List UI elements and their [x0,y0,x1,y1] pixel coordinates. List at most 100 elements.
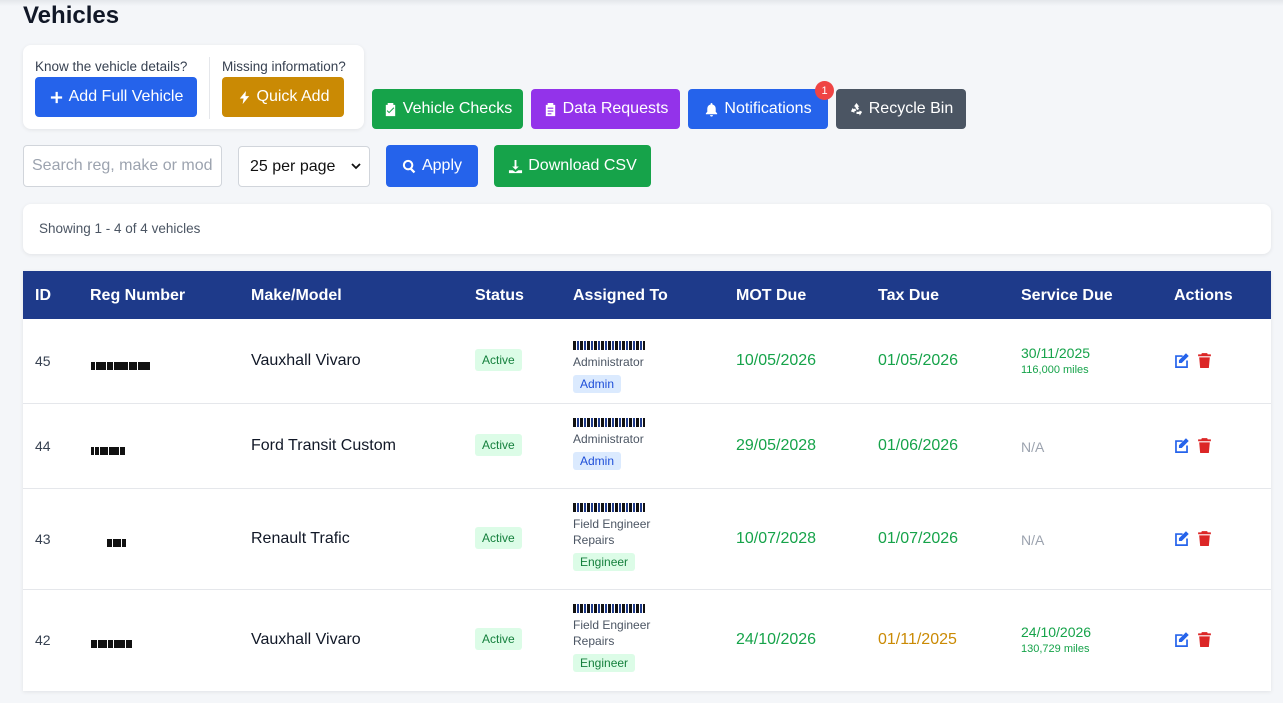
service-due-miles: 130,729 miles [1021,643,1090,655]
mot-due: 29/05/2028 [736,437,817,454]
tax-due: 01/05/2026 [878,352,959,369]
assignee-role: Field Engineer [573,618,651,632]
service-due-na: N/A [1021,439,1045,455]
status-badge: Active [475,628,522,650]
table-row: 45 Vauxhall Vivaro Active Administrator … [23,319,1271,404]
bolt-icon [239,90,249,104]
clipboard-list-icon [545,102,555,116]
row-actions [1173,530,1213,547]
add-vehicle-card: Know the vehicle details? Add Full Vehic… [23,45,364,129]
chevron-down-icon [351,163,361,170]
notifications-label: Notifications [724,100,812,117]
header-status: Status [475,287,524,304]
assignee-name-redacted [573,503,645,512]
add-full-vehicle-button[interactable]: Add Full Vehicle [35,77,197,117]
make-model: Ford Transit Custom [251,437,396,454]
vehicle-checks-button[interactable]: Vehicle Checks [372,89,523,129]
bell-icon [706,102,718,117]
per-page-select[interactable]: 25 per page [238,146,370,187]
add-full-vehicle-label: Add Full Vehicle [68,88,184,105]
trash-icon[interactable] [1196,437,1213,454]
apply-label: Apply [421,157,463,174]
table-header: ID Reg Number Make/Model Status Assigned… [23,271,1271,319]
edit-icon[interactable] [1173,530,1190,547]
make-model: Vauxhall Vivaro [251,631,361,648]
table-row: 43 Renault Trafic Active Field Engineer … [23,489,1271,590]
edit-icon[interactable] [1173,352,1190,369]
status-badge: Active [475,349,522,371]
assignee-role: Administrator [573,432,644,446]
clipboard-check-icon [385,102,395,116]
download-icon [509,159,523,173]
plus-icon [50,91,62,103]
notifications-count-badge: 1 [815,81,834,100]
recycle-bin-button[interactable]: Recycle Bin [836,89,966,129]
header-service-due: Service Due [1021,287,1113,304]
mot-due: 10/07/2028 [736,530,817,547]
header-actions: Actions [1174,287,1233,304]
assigned-to: Field Engineer Repairs Engineer [573,604,650,672]
add-divider [209,57,210,119]
header-reg-number: Reg Number [90,287,186,304]
assignee-name-redacted [573,418,645,427]
top-bar-shadow [0,0,1283,6]
search-icon [402,159,416,173]
trash-icon[interactable] [1196,631,1213,648]
row-actions [1173,631,1213,648]
add-full-group: Know the vehicle details? [35,59,187,74]
assignee-name-redacted [573,604,645,613]
table-row: 42 Vauxhall Vivaro Active Field Engineer… [23,590,1271,691]
status-badge: Active [475,527,522,549]
assignee-department: Repairs [573,634,615,648]
service-due-na: N/A [1021,532,1045,548]
add-full-hint: Know the vehicle details? [35,59,188,74]
status-badge: Active [475,434,522,456]
service-due-date: 24/10/2026 [1021,624,1092,640]
notifications-button[interactable]: Notifications 1 [688,81,834,129]
assigned-to: Administrator Admin [573,341,645,393]
make-model: Vauxhall Vivaro [251,352,361,369]
role-badge: Engineer [573,654,636,672]
table-row: 44 Ford Transit Custom Active Administra… [23,404,1271,489]
edit-icon[interactable] [1173,437,1190,454]
apply-button[interactable]: Apply [386,145,478,187]
make-model: Renault Trafic [251,530,350,547]
assignee-role: Administrator [573,355,644,369]
results-summary: Showing 1 - 4 of 4 vehicles [39,221,201,236]
service-due: 30/11/2025 116,000 miles [1021,345,1090,376]
header-id: ID [35,287,51,304]
service-due: 24/10/2026 130,729 miles [1021,624,1091,655]
mot-due: 24/10/2026 [736,631,817,648]
page-title: Vehicles [23,2,120,29]
trash-icon[interactable] [1196,352,1213,369]
vehicle-id: 45 [35,353,51,369]
header-assigned-to: Assigned To [573,287,668,304]
vehicles-table: ID Reg Number Make/Model Status Assigned… [23,271,1271,691]
vehicle-checks-label: Vehicle Checks [402,100,513,117]
per-page-value: 25 per page [250,157,336,175]
role-badge: Admin [573,452,622,470]
quick-add-button[interactable]: Quick Add [222,77,344,117]
reg-number-redacted [107,534,177,547]
reg-number-redacted [91,357,161,370]
assigned-to: Field Engineer Repairs Engineer [573,503,650,571]
download-csv-button[interactable]: Download CSV [494,145,651,187]
vehicle-id: 43 [35,531,51,547]
service-due-miles: 116,000 miles [1021,364,1089,376]
role-badge: Engineer [573,553,636,571]
quick-add-group: Missing information? [222,59,346,74]
quick-add-label: Quick Add [256,88,330,105]
header-mot-due: MOT Due [736,287,807,304]
data-requests-button[interactable]: Data Requests [531,89,680,129]
trash-icon[interactable] [1196,530,1213,547]
assignee-department: Repairs [573,533,615,547]
row-actions [1173,437,1213,454]
search-input[interactable] [23,145,222,187]
role-badge: Admin [573,375,622,393]
header-tax-due: Tax Due [878,287,940,304]
edit-icon[interactable] [1173,631,1190,648]
header-make-model: Make/Model [251,287,342,304]
data-requests-label: Data Requests [562,100,669,117]
recycle-bin-label: Recycle Bin [868,100,954,117]
recycle-icon [850,102,862,116]
